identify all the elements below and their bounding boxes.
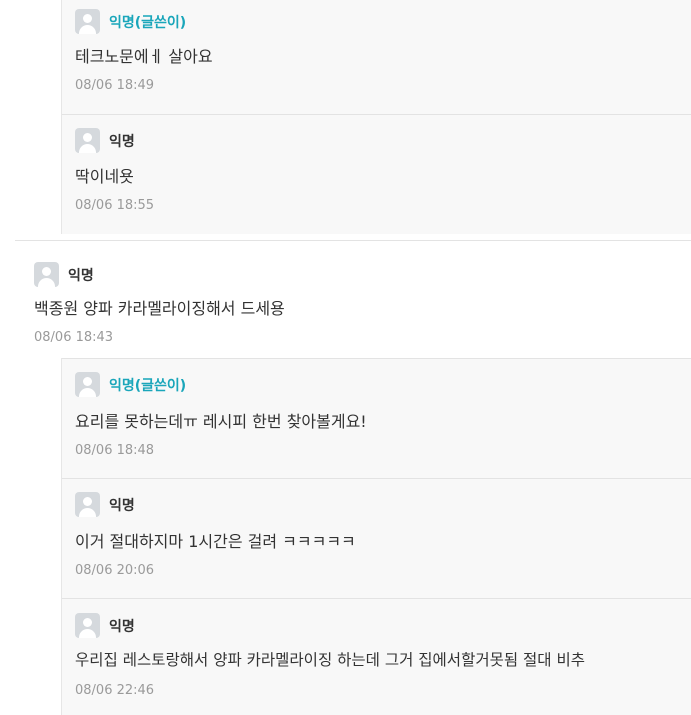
comment-author: 익명 (109, 133, 135, 150)
comment-date: 08/06 20:06 (75, 563, 155, 578)
user-avatar-icon (75, 128, 100, 153)
comment-text: 요리를 못하는데ㅠ 레시피 한번 찾아볼게요! (75, 412, 367, 431)
comment-header: 익명 (34, 262, 94, 287)
comment-header: 익명(글쓴이) (75, 372, 186, 397)
user-avatar-icon (75, 372, 100, 397)
comment-text: 백종원 양파 카라멜라이징해서 드세용 (34, 299, 285, 318)
user-avatar-icon (75, 613, 100, 638)
comment-divider (15, 240, 691, 241)
comment-author: 익명 (68, 267, 94, 284)
comment-text: 딱이네욧 (75, 167, 134, 186)
comment-header: 익명 (75, 613, 135, 638)
reply-divider (62, 478, 691, 479)
reply-divider (62, 358, 691, 359)
comment-header: 익명 (75, 128, 135, 153)
user-avatar-icon (75, 492, 100, 517)
comment-author: 익명 (109, 497, 135, 514)
user-avatar-icon (34, 262, 59, 287)
reply-divider (62, 114, 691, 115)
reply-thread (61, 0, 691, 234)
comment-header: 익명 (75, 492, 135, 517)
comment-author: 익명(글쓴이) (109, 14, 187, 31)
comment-date: 08/06 18:48 (75, 443, 155, 458)
comment-header: 익명(글쓴이) (75, 9, 186, 34)
comment-date: 08/06 18:43 (34, 330, 114, 345)
reply-divider (62, 598, 691, 599)
comment-text: 이거 절대하지마 1시간은 걸려 ㅋㅋㅋㅋㅋ (75, 532, 356, 551)
comment-author: 익명(글쓴이) (109, 377, 187, 394)
comment-date: 08/06 18:55 (75, 198, 155, 213)
comment-text: 테크노문에ㅔ 살아요 (75, 47, 213, 66)
user-avatar-icon (75, 9, 100, 34)
comment-date: 08/06 18:49 (75, 78, 155, 93)
comment-date: 08/06 22:46 (75, 683, 155, 698)
comment-author: 익명 (109, 618, 135, 635)
comment-text: 우리집 레스토랑해서 양파 카라멜라이징 하는데 그거 집에서할거못됨 절대 비… (75, 651, 585, 669)
